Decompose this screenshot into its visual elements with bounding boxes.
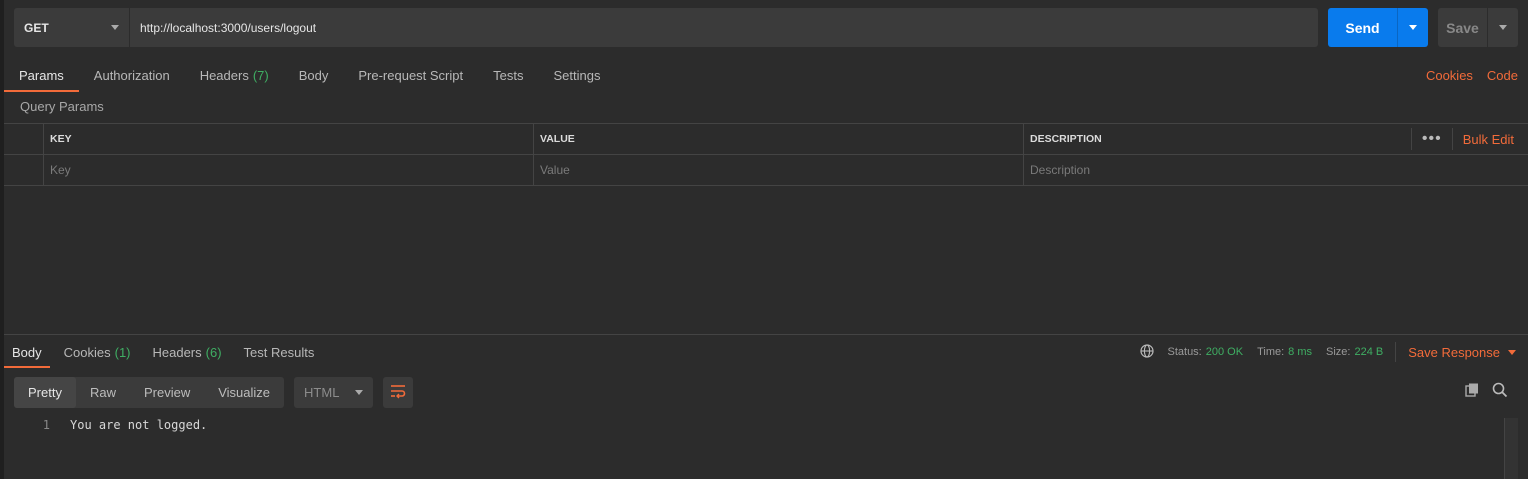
response-tab-cookies[interactable]: Cookies (1): [56, 336, 139, 368]
status-label: Status:: [1167, 346, 1202, 358]
save-dropdown[interactable]: [1488, 8, 1518, 47]
chevron-down-icon: [111, 25, 119, 30]
tab-label: Body: [298, 67, 329, 83]
time-label: Time:: [1257, 346, 1285, 358]
more-options-icon[interactable]: •••: [1410, 128, 1453, 150]
view-preview-button[interactable]: Preview: [130, 377, 204, 408]
status-value[interactable]: 200 OK: [1206, 346, 1243, 358]
url-input[interactable]: [130, 8, 1318, 47]
tab-label: Params: [19, 67, 64, 83]
row-handle: [4, 155, 44, 185]
wrap-icon: [389, 383, 407, 402]
query-params-title: Query Params: [20, 99, 104, 114]
size-label: Size:: [1326, 346, 1351, 358]
view-visualize-button[interactable]: Visualize: [204, 377, 284, 408]
chevron-down-icon: [1508, 349, 1516, 355]
copy-icon[interactable]: [1464, 382, 1480, 401]
response-tab-headers[interactable]: Headers (6): [145, 336, 230, 368]
params-table: KEY VALUE DESCRIPTION ••• Bulk Edit Key …: [4, 123, 1528, 186]
method-label: GET: [24, 20, 49, 35]
column-header-key: KEY: [44, 124, 534, 154]
request-links: Cookies Code: [1426, 58, 1518, 92]
table-tools: ••• Bulk Edit: [1410, 124, 1514, 154]
description-input[interactable]: Description: [1024, 155, 1528, 185]
globe-icon[interactable]: [1139, 343, 1154, 361]
tab-label: Headers: [199, 67, 249, 83]
tab-label: Authorization: [93, 67, 170, 83]
tab-label: Tests: [493, 67, 524, 83]
language-label: HTML: [304, 385, 340, 400]
view-pretty-button[interactable]: Pretty: [14, 377, 76, 408]
scrollbar[interactable]: [1504, 418, 1518, 479]
chevron-down-icon: [355, 390, 364, 395]
code-line: 1 You are not logged.: [14, 418, 208, 432]
tab-count: (6): [205, 344, 222, 360]
send-button-group: Send: [1328, 8, 1428, 47]
line-text: You are not logged.: [70, 418, 208, 432]
response-tabs: Body Cookies (1) Headers (6) Test Results: [4, 336, 328, 368]
tab-pre-request-script[interactable]: Pre-request Script: [343, 58, 478, 92]
search-icon[interactable]: [1492, 382, 1508, 401]
send-dropdown[interactable]: [1398, 8, 1428, 47]
save-response-label: Save Response: [1408, 344, 1500, 360]
response-tab-test-results[interactable]: Test Results: [236, 336, 323, 368]
key-input[interactable]: Key: [44, 155, 534, 185]
tab-label: Headers: [152, 344, 202, 360]
column-header-description-cell: DESCRIPTION ••• Bulk Edit: [1024, 124, 1528, 154]
format-bar: Pretty Raw Preview Visualize HTML: [14, 377, 414, 408]
tab-label: Cookies: [63, 344, 111, 360]
tab-params[interactable]: Params: [4, 58, 79, 92]
chevron-down-icon: [1499, 25, 1507, 30]
tab-label: Test Results: [243, 344, 315, 360]
save-response-button[interactable]: Save Response: [1395, 342, 1516, 362]
tab-label: Settings: [553, 67, 601, 83]
request-tabs: Params Authorization Headers (7) Body Pre…: [4, 58, 1528, 92]
tab-tests[interactable]: Tests: [478, 58, 538, 92]
column-header-value: VALUE: [534, 124, 1024, 154]
view-mode-group: Pretty Raw Preview Visualize: [14, 377, 285, 408]
tab-label: Body: [12, 344, 42, 360]
response-tools: [1464, 382, 1508, 401]
line-number: 1: [42, 418, 50, 432]
tab-label: Pre-request Script: [358, 67, 464, 83]
save-button-group: Save: [1438, 8, 1518, 47]
response-divider[interactable]: [4, 334, 1528, 335]
cookies-link[interactable]: Cookies: [1426, 68, 1473, 83]
table-header-row: KEY VALUE DESCRIPTION ••• Bulk Edit: [4, 124, 1528, 155]
column-header-description: DESCRIPTION: [1030, 133, 1102, 145]
language-select[interactable]: HTML: [294, 377, 374, 408]
tab-headers[interactable]: Headers (7): [185, 58, 284, 92]
bulk-edit-link[interactable]: Bulk Edit: [1463, 132, 1514, 147]
tab-authorization[interactable]: Authorization: [79, 58, 185, 92]
table-row: Key Value Description: [4, 155, 1528, 186]
time-value[interactable]: 8 ms: [1288, 346, 1312, 358]
method-select[interactable]: GET: [14, 8, 130, 47]
wrap-lines-button[interactable]: [383, 377, 414, 408]
response-tab-body[interactable]: Body: [4, 336, 50, 368]
tab-count: (1): [114, 344, 131, 360]
chevron-down-icon: [1409, 25, 1417, 30]
send-button[interactable]: Send: [1328, 8, 1398, 47]
tab-body[interactable]: Body: [284, 58, 344, 92]
value-input[interactable]: Value: [534, 155, 1024, 185]
row-handle: [4, 124, 44, 154]
view-raw-button[interactable]: Raw: [76, 377, 130, 408]
save-button[interactable]: Save: [1438, 8, 1488, 47]
size-value[interactable]: 224 B: [1354, 346, 1383, 358]
code-link[interactable]: Code: [1487, 68, 1518, 83]
tab-settings[interactable]: Settings: [538, 58, 615, 92]
response-meta: Status: 200 OK Time: 8 ms Size: 224 B Sa…: [1139, 336, 1516, 368]
tab-count: (7): [252, 67, 269, 83]
url-bar: GET: [14, 8, 1318, 47]
